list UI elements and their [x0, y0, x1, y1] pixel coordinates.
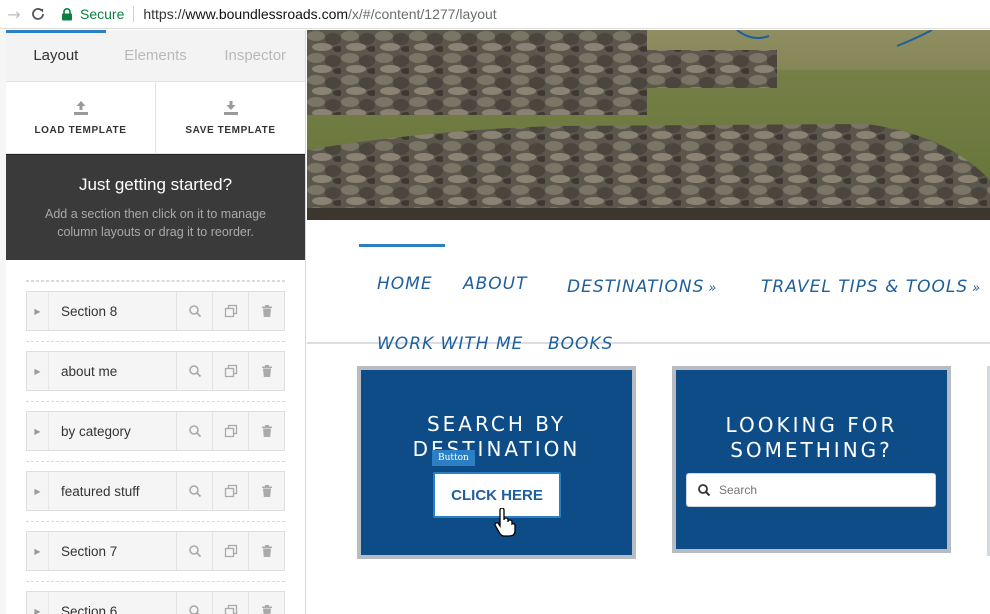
- trash-icon[interactable]: [248, 592, 284, 614]
- expand-caret-icon[interactable]: ▶: [27, 412, 49, 450]
- url-text: https://www.boundlessroads.com/x/#/conte…: [143, 6, 496, 22]
- site-search-box[interactable]: [686, 473, 936, 507]
- search-icon[interactable]: [176, 592, 212, 614]
- section-row[interactable]: ▶ about me: [26, 341, 285, 391]
- section-label[interactable]: featured stuff: [49, 472, 176, 510]
- duplicate-icon[interactable]: [212, 412, 248, 450]
- section-label[interactable]: about me: [49, 352, 176, 390]
- load-template-label: LOAD TEMPLATE: [34, 125, 127, 136]
- url-field[interactable]: Secure https://www.boundlessroads.com/x/…: [60, 3, 497, 25]
- nav-travel-tips[interactable]: TRAVEL TIPS & TOOLS»: [761, 277, 981, 297]
- nav-books[interactable]: BOOKS: [548, 334, 613, 354]
- expand-caret-icon[interactable]: ▶: [27, 592, 49, 614]
- nav-destinations-label: DESTINATIONS: [567, 277, 705, 297]
- trash-icon[interactable]: [248, 412, 284, 450]
- save-template-button[interactable]: SAVE TEMPLATE: [155, 82, 305, 153]
- getting-started-title: Just getting started?: [78, 174, 233, 194]
- double-chevron-down-icon: »: [972, 281, 982, 296]
- section-row[interactable]: ▶ by category: [26, 401, 285, 451]
- duplicate-icon[interactable]: [212, 592, 248, 614]
- tab-inspector[interactable]: Inspector: [205, 30, 305, 81]
- section-label[interactable]: Section 6: [49, 592, 176, 614]
- site-search-input[interactable]: [719, 483, 919, 497]
- looking-for-something-widget: LOOKING FOR SOMETHING?: [672, 366, 951, 553]
- search-icon[interactable]: [176, 412, 212, 450]
- load-template-button[interactable]: LOAD TEMPLATE: [6, 82, 155, 153]
- back-arrow-icon[interactable]: →: [2, 2, 26, 26]
- panel-tabs: Layout Elements Inspector: [6, 30, 305, 82]
- getting-started-text: Add a section then click on it to manage…: [45, 206, 266, 239]
- widget-title-line1: LOOKING FOR: [725, 413, 898, 437]
- layout-editor-panel: Layout Elements Inspector LOAD TEMPLATE …: [6, 30, 306, 614]
- search-icon[interactable]: [176, 292, 212, 330]
- reload-icon[interactable]: [26, 2, 50, 26]
- reload-icon-svg: [32, 8, 44, 20]
- search-by-destination-widget[interactable]: SEARCH BY DESTINATION Button CLICK HERE: [357, 366, 636, 559]
- trash-icon[interactable]: [248, 532, 284, 570]
- secure-label: Secure: [80, 6, 125, 22]
- search-icon[interactable]: [176, 352, 212, 390]
- tab-elements[interactable]: Elements: [106, 30, 206, 81]
- hero-image: [307, 30, 990, 220]
- widget-title-line2: DESTINATION: [412, 437, 581, 461]
- getting-started-box: Just getting started? Add a section then…: [6, 154, 305, 260]
- nav-work-with-me[interactable]: WORK WITH ME: [377, 334, 523, 354]
- url-separator: [133, 6, 135, 22]
- trash-icon[interactable]: [248, 352, 284, 390]
- section-label[interactable]: by category: [49, 412, 176, 450]
- expand-caret-icon[interactable]: ▶: [27, 352, 49, 390]
- url-path: /x/#/content/1277/layout: [348, 6, 497, 22]
- site-nav: HOME ABOUT DESTINATIONS» TRAVEL TIPS & T…: [307, 222, 990, 354]
- template-actions: LOAD TEMPLATE SAVE TEMPLATE: [6, 82, 305, 154]
- duplicate-icon[interactable]: [212, 532, 248, 570]
- section-row[interactable]: ▶ Section 6: [26, 581, 285, 614]
- browser-address-bar: → Secure https://www.boundlessroads.com/…: [0, 0, 990, 29]
- section-label[interactable]: Section 7: [49, 532, 176, 570]
- button-element-tag: Button: [432, 450, 475, 466]
- duplicate-icon[interactable]: [212, 292, 248, 330]
- upload-icon: [73, 101, 88, 115]
- section-row[interactable]: ▶ featured stuff: [26, 461, 285, 511]
- hand-cursor-icon: [494, 508, 516, 537]
- expand-caret-icon[interactable]: ▶: [27, 292, 49, 330]
- section-row[interactable]: ▶ Section 7: [26, 521, 285, 571]
- nav-travel-tips-label: TRAVEL TIPS & TOOLS: [761, 277, 969, 297]
- search-icon[interactable]: [176, 532, 212, 570]
- nav-home[interactable]: HOME: [359, 244, 445, 294]
- duplicate-icon[interactable]: [212, 472, 248, 510]
- trash-icon[interactable]: [248, 472, 284, 510]
- url-host: www.boundlessroads.com: [185, 6, 349, 22]
- duplicate-icon[interactable]: [212, 352, 248, 390]
- nav-destinations[interactable]: DESTINATIONS»: [567, 277, 717, 297]
- widget-title-line2: SOMETHING?: [730, 438, 893, 462]
- double-chevron-down-icon: »: [708, 281, 718, 296]
- search-icon: [698, 484, 711, 497]
- section-list: ▶ Section 8 ▶ about me ▶ by category ▶ f…: [6, 260, 305, 614]
- url-scheme: https://: [143, 6, 186, 22]
- screen: → Secure https://www.boundlessroads.com/…: [0, 0, 990, 614]
- save-template-label: SAVE TEMPLATE: [185, 125, 276, 136]
- section-label[interactable]: Section 8: [49, 292, 176, 330]
- section-row[interactable]: ▶ Section 8: [26, 281, 285, 331]
- site-preview: HOME ABOUT DESTINATIONS» TRAVEL TIPS & T…: [307, 30, 990, 614]
- expand-caret-icon[interactable]: ▶: [27, 532, 49, 570]
- search-icon[interactable]: [176, 472, 212, 510]
- widget-title-line1: SEARCH BY: [426, 412, 567, 436]
- lock-icon: [60, 7, 74, 21]
- expand-caret-icon[interactable]: ▶: [27, 472, 49, 510]
- stone-wall-photo: [307, 30, 990, 220]
- trash-icon[interactable]: [248, 292, 284, 330]
- download-icon: [223, 101, 238, 115]
- tab-layout[interactable]: Layout: [6, 30, 106, 81]
- nav-about[interactable]: ABOUT: [463, 274, 528, 294]
